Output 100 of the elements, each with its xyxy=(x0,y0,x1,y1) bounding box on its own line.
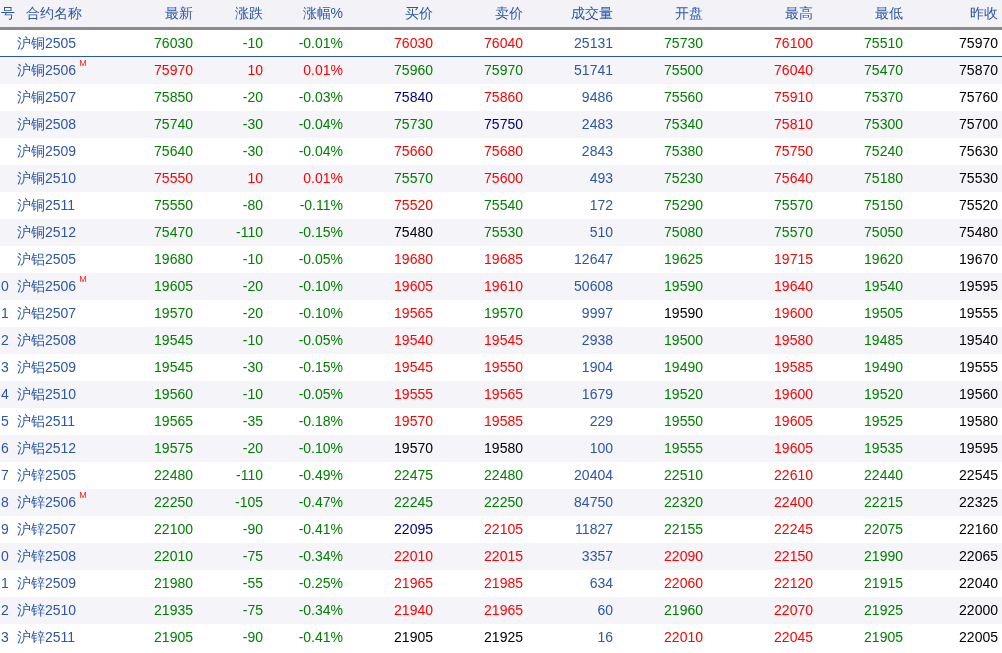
contract-name: 沪铜2507 xyxy=(17,88,77,107)
table-cell-text: 21980 xyxy=(154,574,193,593)
contract-name: 沪铝2512 xyxy=(17,439,77,458)
table-cell-text: 75810 xyxy=(774,115,813,134)
table-cell-text: 75640 xyxy=(774,169,813,188)
table-cell-text: 19680 xyxy=(154,250,193,269)
table-cell-text: 19555 xyxy=(959,304,998,323)
table-cell-text: 21965 xyxy=(484,601,523,620)
table-cell-text: 75150 xyxy=(864,196,903,215)
contract-name: 沪铜2506 xyxy=(17,61,77,80)
table-cell-text: -10 xyxy=(242,250,263,269)
table-cell-text: 19535 xyxy=(864,439,903,458)
table-cell-text: 75240 xyxy=(864,142,903,161)
table-cell-text: 19555 xyxy=(664,439,703,458)
table-cell-text: 22250 xyxy=(484,493,523,512)
column-header[interactable]: 买价 xyxy=(405,3,433,24)
contract-name: 沪铜2508 xyxy=(17,115,77,134)
table-cell-text: 75870 xyxy=(959,61,998,80)
table-cell-text: -10 xyxy=(242,331,263,350)
table-cell-text: -0.10% xyxy=(298,439,343,458)
table-cell-text: 2483 xyxy=(581,115,613,134)
table-row[interactable]: 0 沪铝2506 M 19605 -20 -0.10% 19605 19610 50608 19590 19640 19540 19595 xyxy=(0,273,1002,300)
table-cell-text: 75680 xyxy=(484,142,523,161)
table-cell-text: 19605 xyxy=(394,277,433,296)
table-cell-text: 19625 xyxy=(664,250,703,269)
table-cell-text: 22120 xyxy=(774,574,813,593)
table-cell-text: 75570 xyxy=(774,196,813,215)
table-cell-text: 21905 xyxy=(864,628,903,647)
column-header[interactable]: 最低 xyxy=(875,3,903,24)
table-cell-text: -30 xyxy=(242,142,263,161)
table-cell-text: 19600 xyxy=(774,304,813,323)
contract-name: 沪铜2511 xyxy=(17,196,76,215)
table-cell-text: 21935 xyxy=(154,601,193,620)
table-cell-text: 75370 xyxy=(864,88,903,107)
row-number: 7 xyxy=(1,466,9,485)
table-cell-text: -30 xyxy=(242,358,263,377)
table-row[interactable]: 0 沪锌2508 22010 -75 -0.34% 22010 22015 3357 22090 22150 21990 22065 xyxy=(0,543,1002,570)
table-cell-text: -0.34% xyxy=(298,547,343,566)
table-cell-text: -0.10% xyxy=(298,304,343,323)
contract-name: 沪铜2512 xyxy=(17,223,77,242)
table-cell-text: 19545 xyxy=(484,331,523,350)
column-header[interactable]: 合约名称 xyxy=(26,3,82,24)
table-cell-text: 22480 xyxy=(154,466,193,485)
table-cell-text: 19505 xyxy=(864,304,903,323)
table-row[interactable]: 沪铜2512 75470 -110 -0.15% 75480 75530 510 75080 75570 75050 75480 xyxy=(0,219,1002,246)
table-cell-text: 22010 xyxy=(664,628,703,647)
column-header[interactable]: 最新 xyxy=(165,3,193,24)
table-cell-text: 22325 xyxy=(959,493,998,512)
column-header[interactable]: 开盘 xyxy=(675,3,703,24)
table-cell-text: -110 xyxy=(236,223,263,242)
table-cell-text: 19570 xyxy=(154,304,193,323)
table-cell-text: -20 xyxy=(242,304,263,323)
row-number: 4 xyxy=(1,385,9,404)
table-cell-text: 75530 xyxy=(959,169,998,188)
table-cell-text: -30 xyxy=(242,115,263,134)
table-cell-text: 22095 xyxy=(394,520,433,539)
table-cell-text: -20 xyxy=(242,277,263,296)
table-row[interactable]: 沪铜2506 M 75970 10 0.01% 75960 75970 51741 75500 76040 75470 75870 xyxy=(0,57,1002,84)
table-row[interactable]: 沪铜2508 75740 -30 -0.04% 75730 75750 2483 75340 75810 75300 75700 xyxy=(0,111,1002,138)
table-cell-text: 19520 xyxy=(864,385,903,404)
column-header[interactable]: 成交量 xyxy=(571,3,613,24)
table-cell-text: 22090 xyxy=(664,547,703,566)
column-header[interactable]: 涨幅% xyxy=(302,3,343,24)
table-cell-text: 19575 xyxy=(154,439,193,458)
column-header[interactable]: 号 xyxy=(1,3,15,24)
table-cell-text: 75970 xyxy=(484,61,523,80)
table-row[interactable]: 8 沪锌2506 M 22250 -105 -0.47% 22245 22250 84750 22320 22400 22215 22325 xyxy=(0,489,1002,516)
table-cell-text: 19540 xyxy=(394,331,433,350)
column-header[interactable]: 昨收 xyxy=(970,3,998,24)
table-cell-text: 1904 xyxy=(581,358,613,377)
table-row[interactable]: 6 沪铝2512 19575 -20 -0.10% 19570 19580 100 19555 19605 19535 19595 xyxy=(0,435,1002,462)
table-cell-text: 51741 xyxy=(574,61,613,80)
table-row[interactable]: 4 沪铝2510 19560 -10 -0.05% 19555 19565 1679 19520 19600 19520 19560 xyxy=(0,381,1002,408)
column-header[interactable]: 涨跌 xyxy=(235,3,263,24)
table-cell-text: 0.01% xyxy=(303,169,343,188)
table-cell-text: 50608 xyxy=(574,277,613,296)
table-cell-text: 22610 xyxy=(774,466,813,485)
table-cell-text: 19545 xyxy=(154,358,193,377)
table-row[interactable]: 2 沪锌2510 21935 -75 -0.34% 21940 21965 60 21960 22070 21925 22000 xyxy=(0,597,1002,624)
table-cell-text: 22400 xyxy=(774,493,813,512)
column-header[interactable]: 卖价 xyxy=(495,3,523,24)
table-cell-text: 10 xyxy=(247,61,263,80)
table-cell-text: 21960 xyxy=(664,601,703,620)
table-row[interactable]: 2 沪铝2508 19545 -10 -0.05% 19540 19545 2938 19500 19580 19485 19540 xyxy=(0,327,1002,354)
table-row[interactable]: 沪铜2510 75550 10 0.01% 75570 75600 493 75230 75640 75180 75530 xyxy=(0,165,1002,192)
table-cell-text: 19550 xyxy=(484,358,523,377)
column-header[interactable]: 最高 xyxy=(785,3,813,24)
table-cell-text: 75960 xyxy=(394,61,433,80)
table-cell-text: 75230 xyxy=(664,169,703,188)
table-cell-text: 16 xyxy=(597,628,613,647)
table-cell-text: 22000 xyxy=(959,601,998,620)
table-cell-text: 75860 xyxy=(484,88,523,107)
table-cell-text: 22160 xyxy=(959,520,998,539)
table-cell-text: 19520 xyxy=(664,385,703,404)
table-cell-text: 75340 xyxy=(664,115,703,134)
table-cell-text: 84750 xyxy=(574,493,613,512)
table-cell-text: -35 xyxy=(242,412,263,431)
table-cell-text: 21905 xyxy=(394,628,433,647)
table-cell-text: 22480 xyxy=(484,466,523,485)
table-cell-text: 20404 xyxy=(574,466,613,485)
